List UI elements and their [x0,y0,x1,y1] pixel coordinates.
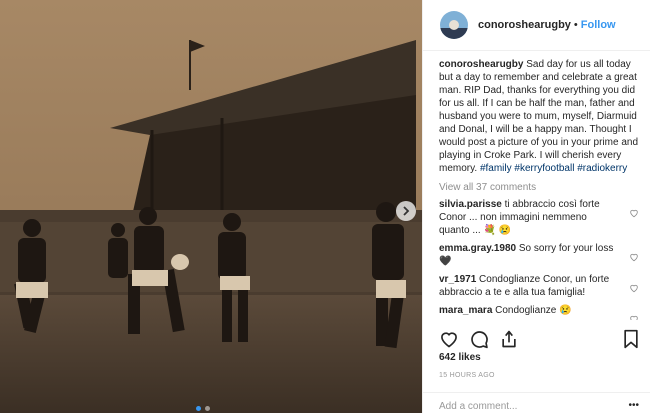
comment-username[interactable]: emma.gray.1980 [439,243,516,254]
likes-count[interactable]: 642 likes [439,352,481,363]
list-item: emma.gray.1980 So sorry for your loss 🖤 [439,242,639,268]
next-photo-button[interactable] [396,201,416,221]
carousel-dot [196,406,201,411]
carousel-dots [196,406,210,411]
header-separator: • [573,19,578,31]
comment-username[interactable]: silvia.parisse [439,199,502,210]
header-username[interactable]: conoroshearugby [478,19,571,31]
caption: conoroshearugby Sad day for us all today… [439,58,639,175]
avatar-image [440,11,468,39]
comment-input[interactable] [439,401,619,412]
list-item: silvia.parisse ti abbraccio così forte C… [439,198,639,237]
avatar[interactable] [440,11,468,39]
action-bar [437,326,643,352]
post-timestamp[interactable]: 15 HOURS AGO [439,372,495,379]
share-icon[interactable] [499,329,519,349]
comment-username[interactable]: mara_mara [439,305,492,316]
heart-icon[interactable] [629,208,639,218]
post-panel: conoroshearugby • Follow conoroshearugby… [422,0,650,413]
list-item: mara_mara Condoglianze 😢 [439,304,639,320]
comment-icon[interactable] [469,329,489,349]
football-match-photo [0,0,422,413]
heart-icon[interactable] [629,314,639,320]
carousel-dot [205,406,210,411]
post-header: conoroshearugby • Follow [423,0,650,51]
hashtag-link[interactable]: #family [480,163,512,174]
comments-list[interactable]: conoroshearugby Sad day for us all today… [439,58,639,320]
heart-icon[interactable] [629,252,639,262]
hashtag-link[interactable]: #radiokerry [577,163,627,174]
hashtag-link[interactable]: #kerryfootball [514,163,574,174]
caption-username[interactable]: conoroshearugby [439,59,523,70]
list-item: vr_1971 Condoglianze Conor, un forte abb… [439,273,639,299]
more-options-button[interactable]: ••• [628,400,639,411]
comment-username[interactable]: vr_1971 [439,274,476,285]
heart-icon[interactable] [629,283,639,293]
follow-button[interactable]: Follow [581,19,616,31]
caption-text: Sad day for us all today but a day to re… [439,59,638,174]
bookmark-icon[interactable] [621,329,641,349]
comment-text: Condoglianze 😢 [492,305,572,316]
add-comment-section: ••• [423,392,650,414]
chevron-right-icon [403,206,410,216]
view-all-comments-link[interactable]: View all 37 comments [439,181,639,194]
post-photo[interactable] [0,0,422,413]
heart-icon[interactable] [439,329,459,349]
